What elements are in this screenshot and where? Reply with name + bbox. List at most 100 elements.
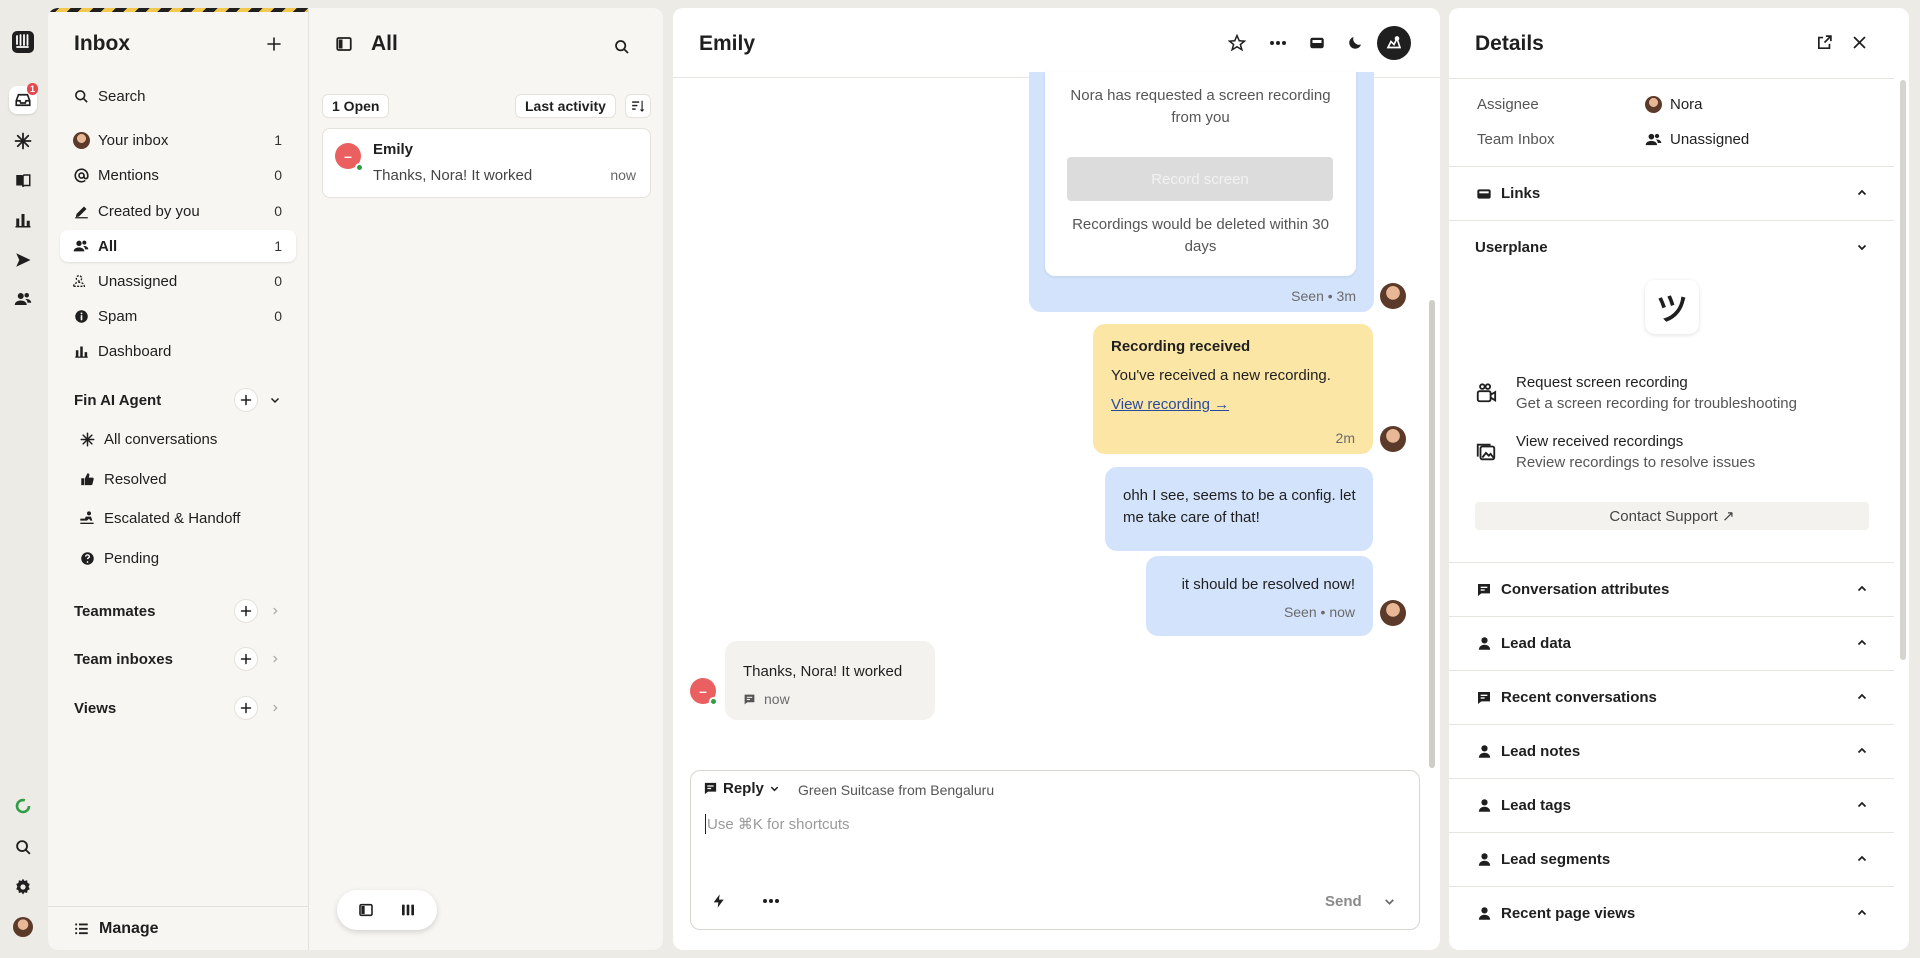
sort-order-icon[interactable] xyxy=(625,94,651,118)
conversation-card-emily[interactable]: – Emily Thanks, Nora! It worked now xyxy=(322,128,651,198)
pencil-icon xyxy=(72,202,90,220)
record-screen-button[interactable]: Record screen xyxy=(1067,157,1333,201)
fin-ai-icon[interactable] xyxy=(9,127,37,155)
sidebar-item-label: Spam xyxy=(98,307,138,325)
outgoing-message-text: ohh I see, seems to be a config. let me … xyxy=(1123,487,1356,526)
teammates-chevron-right-icon[interactable] xyxy=(268,604,282,618)
sort-button[interactable]: Last activity xyxy=(515,94,616,118)
recordings-gallery-icon xyxy=(1475,441,1497,463)
list-search-icon[interactable] xyxy=(609,34,635,60)
search-icon xyxy=(72,87,90,105)
recent-page-views-section[interactable]: Recent page views xyxy=(1449,886,1894,940)
knowledge-book-icon[interactable] xyxy=(9,167,37,195)
contact-support-button[interactable]: Contact Support ↗ xyxy=(1475,502,1869,530)
conversation-scrollbar[interactable] xyxy=(1429,300,1435,768)
teammates-heading: Teammates xyxy=(74,603,156,620)
status-ring-icon[interactable] xyxy=(9,792,37,820)
assignee-value[interactable]: Nora xyxy=(1645,96,1703,113)
sidebar-item-dashboard[interactable]: Dashboard xyxy=(60,335,296,367)
seen-status: Seen • now xyxy=(1283,604,1355,620)
teammates-add-plus-icon[interactable] xyxy=(234,599,258,623)
view-recording-link[interactable]: View recording → xyxy=(1111,394,1229,416)
sidebar-item-spam[interactable]: Spam 0 xyxy=(60,300,296,332)
recent-conversations-section[interactable]: Recent conversations xyxy=(1449,670,1894,724)
lead-data-section[interactable]: Lead data xyxy=(1449,616,1894,670)
reports-chart-icon[interactable] xyxy=(9,206,37,234)
snooze-moon-icon[interactable] xyxy=(1343,31,1367,55)
toggle-sidebar-icon[interactable] xyxy=(335,35,353,53)
userplane-logo: ツ xyxy=(1645,280,1699,334)
sidebar-item-all[interactable]: All 1 xyxy=(60,230,296,262)
fin-add-plus-icon[interactable] xyxy=(234,388,258,412)
single-pane-layout-icon[interactable] xyxy=(351,895,381,925)
links-ticket-icon xyxy=(1475,185,1493,203)
team-inboxes-chevron-right-icon[interactable] xyxy=(268,652,282,666)
sidebar-item-mentions[interactable]: Mentions 0 xyxy=(60,159,296,191)
section-title: Lead segments xyxy=(1501,851,1611,868)
section-title: Conversation attributes xyxy=(1501,581,1670,598)
sidebar-item-pending[interactable]: Pending xyxy=(60,542,296,574)
star-icon[interactable] xyxy=(1225,31,1249,55)
team-inbox-value[interactable]: Unassigned xyxy=(1645,131,1749,148)
team-inboxes-add-plus-icon[interactable] xyxy=(234,647,258,671)
sidebar-item-unassigned[interactable]: Unassigned 0 xyxy=(60,265,296,297)
open-filter-button[interactable]: 1 Open xyxy=(322,94,390,118)
manage-list-icon xyxy=(74,921,89,936)
userplane-section[interactable]: Userplane xyxy=(1449,220,1894,274)
person-icon xyxy=(1475,797,1493,815)
global-search-icon[interactable] xyxy=(9,833,37,861)
user-avatar[interactable] xyxy=(9,913,37,941)
fin-spark-icon xyxy=(78,430,96,448)
close-conversation-icon[interactable] xyxy=(1377,26,1411,60)
settings-gear-icon[interactable] xyxy=(9,873,37,901)
reply-mode-dropdown[interactable]: Reply xyxy=(703,780,780,797)
snooze-inbox-icon[interactable] xyxy=(1305,31,1329,55)
sidebar-item-label: Resolved xyxy=(104,470,167,488)
reply-composer: Reply Green Suitcase from Bengaluru Use … xyxy=(690,770,1420,930)
people-icon xyxy=(72,237,90,255)
reply-input[interactable]: Use ⌘K for shortcuts xyxy=(707,815,850,833)
details-scrollbar[interactable] xyxy=(1900,80,1906,660)
sidebar-item-all-conversations[interactable]: All conversations xyxy=(60,423,296,455)
send-button[interactable]: Send xyxy=(1325,893,1362,910)
incoming-message-meta: now xyxy=(743,691,790,707)
sidebar-item-label: Created by you xyxy=(98,202,200,220)
sidebar-item-created-by-you[interactable]: Created by you 0 xyxy=(60,195,296,227)
composer-more-icon[interactable] xyxy=(763,899,779,903)
environment-stripe xyxy=(48,8,308,12)
lead-segments-section[interactable]: Lead segments xyxy=(1449,832,1894,886)
sidebar-item-label: All xyxy=(98,237,118,255)
views-add-plus-icon[interactable] xyxy=(234,696,258,720)
conversation-list-panel: All 1 Open Last activity – Emily Thanks,… xyxy=(308,8,663,950)
inbox-icon[interactable]: 1 xyxy=(9,83,38,114)
sidebar-item-count: 0 xyxy=(274,308,282,324)
sidebar-item-your-inbox[interactable]: Your inbox 1 xyxy=(60,124,296,156)
lead-tags-section[interactable]: Lead tags xyxy=(1449,778,1894,832)
sidebar-item-escalated[interactable]: Escalated & Handoff xyxy=(60,502,296,534)
outgoing-message-text: it should be resolved now! xyxy=(1181,576,1355,593)
chat-lines-icon xyxy=(1475,689,1493,707)
team-inbox-name: Unassigned xyxy=(1670,131,1750,148)
sidebar-search[interactable]: Search xyxy=(60,80,296,112)
views-chevron-right-icon[interactable] xyxy=(268,701,282,715)
send-options-chevron-icon[interactable] xyxy=(1383,895,1396,908)
your-inbox-avatar xyxy=(72,131,90,149)
conversation-attributes-section[interactable]: Conversation attributes xyxy=(1449,562,1894,616)
open-external-icon[interactable] xyxy=(1816,34,1833,51)
manage-button[interactable]: Manage xyxy=(48,906,308,950)
lead-notes-section[interactable]: Lead notes xyxy=(1449,724,1894,778)
lightning-macros-icon[interactable] xyxy=(711,893,727,909)
inbox-sidebar: Inbox Search Your inbox 1 Mentions 0 Cre… xyxy=(48,8,308,950)
sidebar-item-resolved[interactable]: Resolved xyxy=(60,463,296,495)
contacts-people-icon[interactable] xyxy=(9,285,37,313)
team-inbox-label: Team Inbox xyxy=(1477,131,1555,148)
fin-collapse-chevron-icon[interactable] xyxy=(268,393,282,407)
more-options-icon[interactable] xyxy=(1263,31,1293,55)
columns-layout-icon[interactable] xyxy=(393,895,423,925)
links-section[interactable]: Links xyxy=(1449,166,1894,220)
close-icon[interactable] xyxy=(1852,35,1867,50)
new-conversation-plus-icon[interactable] xyxy=(262,32,286,56)
app-logo-icon[interactable] xyxy=(9,28,37,56)
outbound-send-icon[interactable] xyxy=(9,246,37,274)
chevron-down-icon xyxy=(1856,241,1868,253)
